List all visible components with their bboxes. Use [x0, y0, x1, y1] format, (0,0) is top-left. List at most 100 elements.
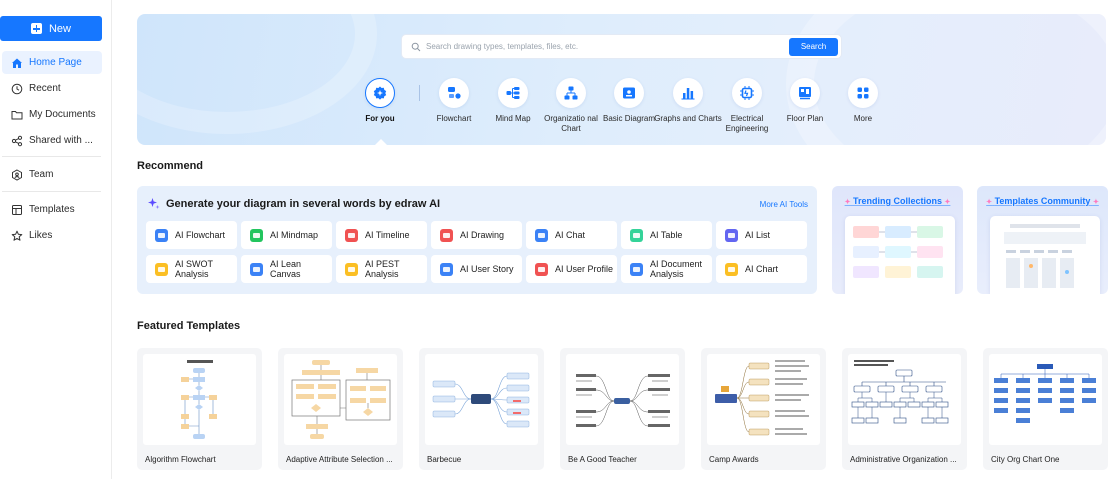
template-card[interactable]: City Org Chart One: [983, 348, 1108, 470]
template-card[interactable]: Administrative Organization ...: [842, 348, 967, 470]
ai-tool-label: AI SWOT Analysis: [175, 259, 213, 279]
recommend-heading: Recommend: [137, 160, 204, 172]
ai-tool-button[interactable]: AI Chat: [526, 221, 617, 249]
template-card[interactable]: Adaptive Attribute Selection ...: [278, 348, 403, 470]
ai-tool-label: AI Timeline: [365, 230, 410, 240]
ai-tool-label: AI Chat: [555, 230, 586, 240]
ai-tool-icon: [725, 262, 738, 276]
sidebar-item-label: My Documents: [29, 109, 96, 120]
template-card[interactable]: Barbecue: [419, 348, 544, 470]
flowchart-icon: [448, 87, 461, 99]
template-thumbnail: [143, 354, 256, 445]
ai-tool-button[interactable]: AI User Profile: [526, 255, 617, 283]
ai-tool-label: AI User Story: [460, 264, 514, 274]
ai-tool-icon: [345, 228, 358, 242]
ai-sparkle-icon: [148, 198, 160, 209]
mindmap-thumbnail: [576, 374, 670, 427]
folder-icon: [11, 110, 23, 119]
star-icon: [11, 230, 23, 241]
ai-tool-icon: [630, 262, 643, 276]
ai-tool-icon: [155, 228, 168, 242]
team-icon: [12, 168, 22, 181]
ai-tool-label: AI Flowchart: [175, 230, 226, 240]
category-icon-circle: [732, 78, 762, 108]
template-name: Algorithm Flowchart: [145, 455, 216, 464]
ai-tool-icon: [535, 262, 548, 276]
search-icon: [411, 42, 421, 51]
ai-tool-button[interactable]: AI Document Analysis: [621, 255, 712, 283]
more-ai-tools-link[interactable]: More AI Tools: [760, 200, 808, 209]
template-icon: [12, 204, 22, 215]
template-name: Camp Awards: [709, 455, 759, 464]
sidebar-item-recent[interactable]: Recent: [2, 77, 102, 100]
featured-templates-heading: Featured Templates: [137, 320, 241, 332]
ai-tool-icon: [440, 262, 453, 276]
template-card[interactable]: Be A Good Teacher: [560, 348, 685, 470]
category-icon-circle: [556, 78, 586, 108]
ai-tool-label: AI Chart: [745, 264, 779, 274]
template-thumbnail: [566, 354, 679, 445]
app-window: New Home Page Recent My Documents Shared…: [0, 0, 1108, 479]
template-thumbnail: [989, 354, 1102, 445]
grid-more-icon: [857, 87, 869, 99]
new-button[interactable]: New: [0, 16, 102, 41]
sidebar-divider: [2, 156, 101, 157]
ai-tools-panel: Generate your diagram in several words b…: [137, 186, 817, 294]
sidebar: New Home Page Recent My Documents Shared…: [0, 0, 112, 479]
search-input[interactable]: [426, 42, 789, 51]
ai-tool-icon: [345, 262, 358, 276]
sidebar-item-shared[interactable]: Shared with ...: [2, 129, 102, 152]
sidebar-item-likes[interactable]: Likes: [2, 224, 102, 247]
sidebar-item-label: Recent: [29, 83, 61, 94]
ai-tool-icon: [440, 228, 453, 242]
sidebar-item-label: Likes: [29, 230, 53, 241]
ai-tool-button[interactable]: AI Table: [621, 221, 712, 249]
ai-tool-button[interactable]: AI SWOT Analysis: [146, 255, 237, 283]
template-name: City Org Chart One: [991, 455, 1060, 464]
sidebar-item-my-documents[interactable]: My Documents: [2, 103, 102, 126]
ai-tool-button[interactable]: AI User Story: [431, 255, 522, 283]
template-thumbnail: [848, 354, 961, 445]
sidebar-item-home[interactable]: Home Page: [2, 51, 102, 74]
ai-tool-button[interactable]: AI Lean Canvas: [241, 255, 332, 283]
clock-icon: [11, 83, 23, 94]
category-icon-circle: [673, 78, 703, 108]
template-name: Be A Good Teacher: [568, 455, 637, 464]
ai-tool-button[interactable]: AI Mindmap: [241, 221, 332, 249]
sidebar-item-templates[interactable]: Templates: [2, 198, 102, 221]
template-card[interactable]: Algorithm Flowchart: [137, 348, 262, 470]
ai-tool-label: AI Document Analysis: [650, 259, 703, 279]
circuit-icon: [740, 86, 754, 100]
template-card[interactable]: Camp Awards: [701, 348, 826, 470]
category-icon-circle: [848, 78, 878, 108]
ai-tool-icon: [155, 262, 168, 276]
ai-tool-label: AI PEST Analysis: [365, 259, 400, 279]
category-more[interactable]: More: [828, 78, 898, 124]
template-thumbnail: [707, 354, 820, 445]
category-label: More: [853, 114, 873, 123]
search-button[interactable]: Search: [789, 37, 838, 56]
share-icon: [11, 135, 23, 146]
ai-panel-header: Generate your diagram in several words b…: [147, 197, 440, 210]
category-icon-circle: [439, 78, 469, 108]
ai-tool-button[interactable]: AI Chart: [716, 255, 807, 283]
sidebar-item-team[interactable]: Team: [2, 163, 102, 186]
ai-tool-label: AI Table: [650, 230, 683, 240]
sidebar-item-label: Home Page: [29, 57, 82, 68]
trending-collections-card[interactable]: ✦ Trending Collections ✦: [832, 186, 963, 294]
ai-tool-button[interactable]: AI PEST Analysis: [336, 255, 427, 283]
ai-tool-button[interactable]: AI Flowchart: [146, 221, 237, 249]
templates-community-card[interactable]: ✦ Templates Community ✦: [977, 186, 1108, 294]
category-for-you[interactable]: For you: [345, 78, 415, 124]
template-name: Adaptive Attribute Selection ...: [286, 455, 393, 464]
templates-community-preview: [990, 216, 1100, 294]
ai-tool-button[interactable]: AI List: [716, 221, 807, 249]
sparkle-badge-icon: [373, 86, 387, 100]
org-chart-thumbnail: [994, 364, 1096, 423]
category-icon-circle: [614, 78, 644, 108]
ai-tool-button[interactable]: AI Drawing: [431, 221, 522, 249]
category-label: For you: [365, 114, 395, 123]
basic-diagram-icon: [623, 87, 635, 99]
floor-plan-icon: [799, 87, 811, 100]
ai-tool-button[interactable]: AI Timeline: [336, 221, 427, 249]
